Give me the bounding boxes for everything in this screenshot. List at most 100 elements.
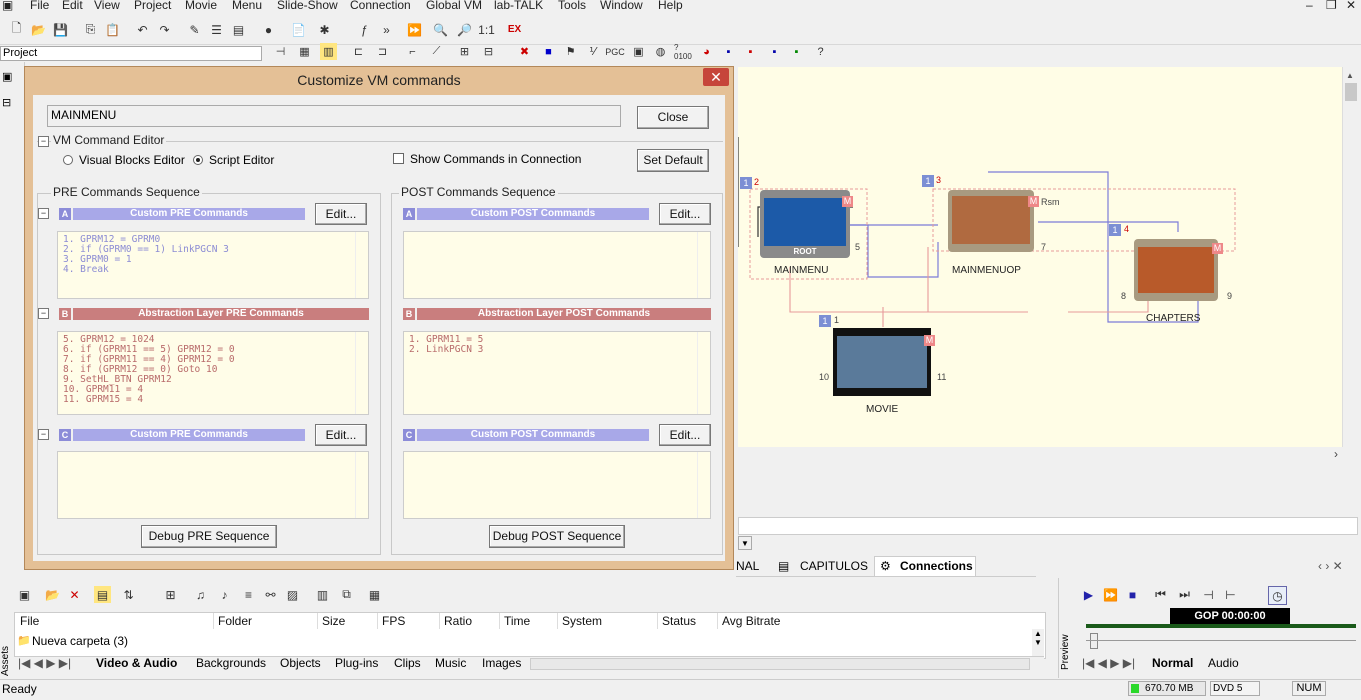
menu-labtalk[interactable]: lab-TALK [494, 0, 543, 12]
tab-capitulos[interactable]: CAPITULOS [800, 559, 868, 573]
mainmenu-node[interactable]: ROOT [760, 190, 850, 258]
menu-window[interactable]: Window [600, 0, 643, 12]
show-commands-checkbox[interactable] [393, 153, 404, 164]
save-icon[interactable]: 💾 [52, 21, 69, 38]
menu-file[interactable]: File [30, 0, 49, 12]
tab-backgrounds[interactable]: Backgrounds [196, 656, 266, 670]
editor-collapse-icon[interactable]: − [38, 136, 49, 147]
tab-objects[interactable]: Objects [280, 656, 321, 670]
stop-icon[interactable]: ■ [1124, 586, 1141, 603]
pre-b-code[interactable]: 5. GPRM12 = 1024 6. if (GPRM11 == 5) GPR… [57, 331, 369, 415]
open-icon[interactable]: 📂 [30, 21, 47, 38]
zoom-in-icon[interactable]: 🔍 [432, 21, 449, 38]
fast-forward-icon[interactable]: ⏩ [406, 21, 423, 38]
film-icon[interactable]: ▣ [630, 43, 647, 60]
dfx-icon[interactable]: » [378, 21, 395, 38]
menu-slideshow[interactable]: Slide-Show [277, 0, 338, 12]
tab-normal[interactable]: Normal [1152, 656, 1193, 670]
tab-music[interactable]: Music [435, 656, 466, 670]
grid-icon[interactable]: ▥ [320, 43, 337, 60]
tree-collapse-icon[interactable]: ⊟ [2, 96, 11, 109]
file-list-scrollbar[interactable]: ▲ ▼ [1032, 629, 1044, 657]
tab-nav-icon[interactable]: ‹ › ✕ [1318, 559, 1343, 573]
tree-node-icon[interactable]: ▣ [2, 70, 12, 83]
zoom-1to1-icon[interactable]: 1:1 [478, 21, 495, 38]
assets-select-icon[interactable]: ▤ [94, 586, 111, 603]
menu-global-vm[interactable]: Global VM [426, 0, 482, 12]
canvas-vertical-scrollbar[interactable]: ▲ [1342, 67, 1360, 447]
pgc-icon[interactable]: PGC [604, 43, 626, 60]
tab-clips[interactable]: Clips [394, 656, 421, 670]
assets-audio-icon[interactable]: ♫ [192, 586, 209, 603]
help-icon[interactable]: ? [812, 43, 829, 60]
pre-a-code[interactable]: 1. GPRM12 = GPRM0 2. if (GPRM0 == 1) Lin… [57, 231, 369, 299]
flag-icon[interactable]: ⚑ [562, 43, 579, 60]
dialog-close-icon[interactable]: ✕ [703, 68, 729, 86]
menu-project[interactable]: Project [134, 0, 171, 12]
set-default-button[interactable]: Set Default [637, 149, 709, 172]
align2-icon[interactable]: ⊟ [480, 43, 497, 60]
col-size[interactable]: Size [318, 613, 378, 629]
assets-grid-icon[interactable]: ▦ [366, 586, 383, 603]
play-icon[interactable]: ▶ [1080, 586, 1097, 603]
fast-play-icon[interactable]: ⏩ [1102, 586, 1119, 603]
script-editor-radio[interactable] [193, 155, 203, 165]
col-avg-bitrate[interactable]: Avg Bitrate [718, 613, 1038, 629]
rt-icon[interactable]: ▪ [742, 43, 759, 60]
tab-images[interactable]: Images [482, 656, 521, 670]
zoom-out-icon[interactable]: 🔎 [456, 21, 473, 38]
post-a-code[interactable] [403, 231, 711, 299]
debug-pre-button[interactable]: Debug PRE Sequence [141, 525, 277, 548]
tab-audio[interactable]: Audio [1208, 656, 1239, 670]
assets-link-icon[interactable]: ⚯ [262, 586, 279, 603]
connections-canvas[interactable]: 1 2 ROOT M 5 MAINMENU 1 3 M Rsm 7 MAINME… [738, 67, 1342, 447]
clock-icon[interactable]: ◷ [1268, 586, 1287, 605]
pie-icon[interactable]: ◕ [698, 43, 715, 60]
asset-horizontal-scrollbar[interactable] [530, 658, 1030, 670]
script-icon[interactable]: 📄 [290, 21, 307, 38]
preview-slider[interactable] [1086, 630, 1356, 650]
pre-a-edit-button[interactable]: Edit... [315, 203, 367, 225]
assets-image-icon[interactable]: ▨ [284, 586, 301, 603]
pre-a-collapse-icon[interactable]: − [38, 208, 49, 219]
record-icon[interactable]: ● [260, 21, 277, 38]
property-field[interactable] [738, 517, 1358, 535]
redo-icon[interactable]: ↷ [156, 21, 173, 38]
next-frame-icon[interactable]: ⏭ [1176, 586, 1193, 603]
pre-c-collapse-icon[interactable]: − [38, 429, 49, 440]
pro-ex-icon[interactable]: EX [506, 21, 523, 38]
tab-nal[interactable]: NAL [736, 559, 759, 573]
magic-icon[interactable]: ✱ [316, 21, 333, 38]
disc-type-select[interactable]: DVD 5 [1210, 681, 1260, 696]
folder-row-label[interactable]: Nueva carpeta (3) [32, 634, 128, 648]
copy-icon[interactable]: ⎘ [82, 21, 99, 38]
counter-icon[interactable]: ?0100 [674, 43, 696, 61]
undo-icon[interactable]: ↶ [134, 21, 151, 38]
post-a-edit-button[interactable]: Edit... [659, 203, 711, 225]
scroll-up-icon[interactable]: ▲ [1346, 71, 1354, 80]
assets-subtitle-icon[interactable]: ≡ [240, 586, 257, 603]
assets-tree-icon[interactable]: ⊞ [162, 586, 179, 603]
connect2-icon[interactable]: ⊐ [374, 43, 391, 60]
menu-movie[interactable]: Movie [185, 0, 217, 12]
col-time[interactable]: Time [500, 613, 558, 629]
restore-icon[interactable]: ❐ [1326, 0, 1337, 12]
sb-icon[interactable]: ▪ [766, 43, 783, 60]
col-ratio[interactable]: Ratio [440, 613, 500, 629]
asset-tabs-nav-icon[interactable]: |◀ ◀ ▶ ▶| [18, 656, 71, 670]
assets-ac3-icon[interactable]: ♪ [216, 586, 233, 603]
assets-delete-icon[interactable]: ✕ [66, 586, 83, 603]
scroll-thumb[interactable] [1345, 83, 1357, 101]
mainmenuop-node[interactable] [948, 190, 1034, 252]
route2-icon[interactable]: ⟋ [428, 43, 445, 60]
menu-edit[interactable]: Edit [62, 0, 83, 12]
menu-tools[interactable]: Tools [558, 0, 586, 12]
connect-icon[interactable]: ⊏ [350, 43, 367, 60]
cube-icon[interactable]: ▤ [230, 21, 247, 38]
menu-help[interactable]: Help [658, 0, 683, 12]
close-button[interactable]: Close [637, 106, 709, 129]
close-icon[interactable]: ✕ [1346, 0, 1356, 12]
fx-icon[interactable]: ƒ [356, 21, 373, 38]
command-name-field[interactable]: MAINMENU [47, 105, 621, 127]
tab-connections[interactable]: Connections [900, 559, 973, 573]
